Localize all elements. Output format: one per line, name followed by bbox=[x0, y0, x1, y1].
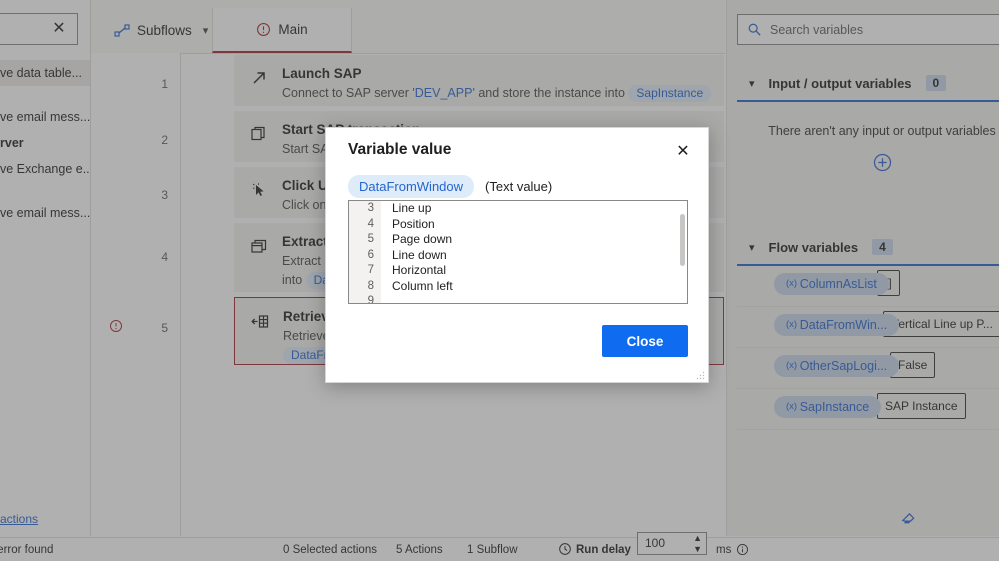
row-text: Line down bbox=[392, 247, 447, 262]
row-number: 4 bbox=[349, 216, 381, 232]
row-text: Line up bbox=[392, 201, 432, 215]
value-row: 3 Line up bbox=[349, 201, 687, 217]
variable-name-chip[interactable]: DataFromWindow bbox=[348, 175, 475, 198]
variable-value-dialog: Variable value ✕ DataFromWindow (Text va… bbox=[325, 127, 709, 383]
dialog-variable-header: DataFromWindow (Text value) bbox=[348, 175, 552, 198]
value-row: 8 Column left bbox=[349, 278, 687, 294]
row-number: 7 bbox=[349, 263, 381, 279]
variable-value-listbox[interactable]: 3 Line up 4 Position 5 Page down 6 Line … bbox=[348, 200, 688, 304]
value-row: 5 Page down bbox=[349, 232, 687, 248]
close-button[interactable]: Close bbox=[602, 325, 688, 357]
dialog-title: Variable value bbox=[348, 141, 452, 158]
row-number: 6 bbox=[349, 247, 381, 263]
row-text: Horizontal bbox=[392, 263, 447, 277]
close-icon[interactable]: ✕ bbox=[670, 138, 696, 164]
row-number: 3 bbox=[349, 201, 381, 217]
row-text: Column left bbox=[392, 278, 453, 293]
row-number: 5 bbox=[349, 232, 381, 248]
value-row: 9 bbox=[349, 294, 687, 303]
value-row: 6 Line down bbox=[349, 247, 687, 263]
resize-grip-icon[interactable] bbox=[696, 371, 705, 380]
row-text: Page down bbox=[392, 232, 453, 246]
row-number: 8 bbox=[349, 278, 381, 294]
row-text: Position bbox=[392, 216, 435, 231]
listbox-scrollbar[interactable] bbox=[680, 214, 685, 266]
app-root: ✕ ve data table... ve email mess... rver… bbox=[0, 0, 999, 561]
row-number: 9 bbox=[349, 294, 381, 303]
value-row: 7 Horizontal bbox=[349, 263, 687, 279]
variable-type-label: (Text value) bbox=[485, 179, 553, 194]
value-row: 4 Position bbox=[349, 216, 687, 232]
